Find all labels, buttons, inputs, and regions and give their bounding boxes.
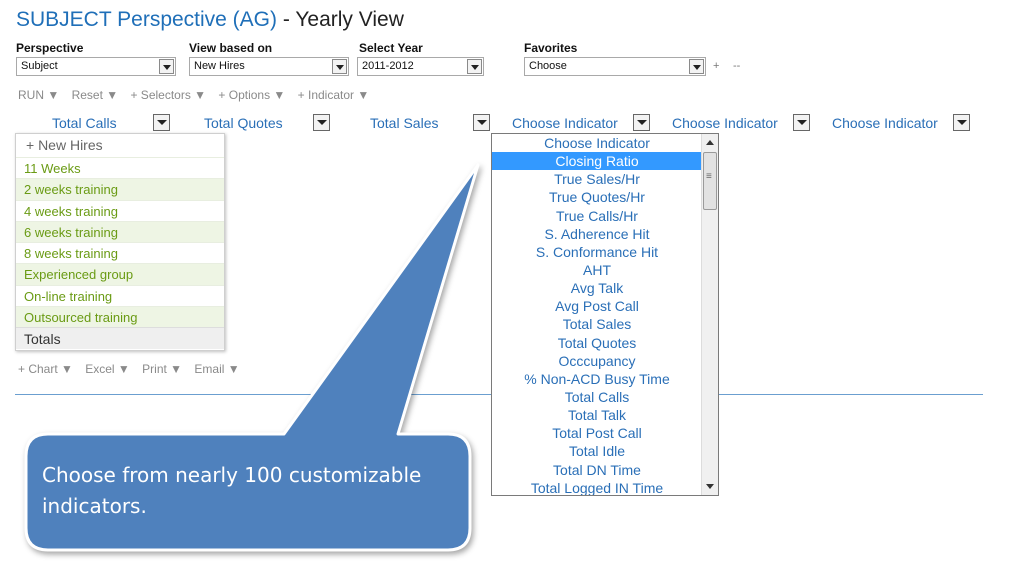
perspective-select[interactable]: Subject: [16, 57, 176, 76]
perspective-value: Subject: [21, 60, 58, 72]
group-menu: + New Hires 11 Weeks 2 weeks training 4 …: [15, 133, 225, 351]
dropdown-scrollbar[interactable]: [701, 134, 718, 495]
scrollbar-thumb[interactable]: [703, 152, 717, 210]
select-year-label: Select Year: [359, 41, 423, 55]
chevron-down-icon[interactable]: [153, 114, 170, 131]
indicator-option[interactable]: Avg Post Call: [492, 297, 702, 315]
run-menu[interactable]: RUN ▼: [18, 88, 59, 102]
indicator-option[interactable]: Total Logged IN Time: [492, 479, 702, 495]
indicator-option[interactable]: Occcupancy: [492, 352, 702, 370]
indicator-option-selected[interactable]: Closing Ratio: [492, 152, 702, 171]
indicator-option[interactable]: AHT: [492, 261, 702, 279]
indicator-option[interactable]: True Calls/Hr: [492, 207, 702, 225]
options-menu[interactable]: + Options ▼: [218, 88, 285, 102]
indicator-option[interactable]: Total Quotes: [492, 334, 702, 352]
toolbar: RUN ▼ Reset ▼ + Selectors ▼ + Options ▼ …: [18, 88, 378, 102]
chevron-down-icon[interactable]: [473, 114, 490, 131]
column-header-choose-indicator[interactable]: Choose Indicator: [832, 115, 938, 131]
view-based-on-value: New Hires: [194, 60, 245, 72]
page-title-sub: Yearly View: [295, 8, 404, 31]
excel-menu[interactable]: Excel ▼: [85, 362, 130, 376]
indicator-option[interactable]: Total Post Call: [492, 424, 702, 442]
favorites-select[interactable]: Choose: [524, 57, 706, 76]
indicator-option[interactable]: Total Idle: [492, 442, 702, 460]
reset-menu[interactable]: Reset ▼: [72, 88, 119, 102]
chevron-down-icon[interactable]: [689, 59, 704, 74]
chevron-down-icon[interactable]: [313, 114, 330, 131]
perspective-label: Perspective: [16, 41, 84, 55]
column-header-total-sales[interactable]: Total Sales: [370, 115, 438, 131]
indicator-dropdown[interactable]: Choose Indicator Closing Ratio True Sale…: [491, 133, 719, 496]
column-header-choose-indicator[interactable]: Choose Indicator: [672, 115, 778, 131]
group-menu-item[interactable]: 8 weeks training: [16, 242, 224, 263]
indicator-option[interactable]: % Non-ACD Busy Time: [492, 370, 702, 388]
output-toolbar: + Chart ▼ Excel ▼ Print ▼ Email ▼: [18, 362, 249, 376]
group-menu-item[interactable]: 6 weeks training: [16, 220, 224, 243]
group-menu-item[interactable]: Experienced group: [16, 263, 224, 285]
indicator-option[interactable]: Avg Talk: [492, 279, 702, 297]
group-menu-item[interactable]: On-line training: [16, 284, 224, 306]
indicator-menu[interactable]: + Indicator ▼: [298, 88, 370, 102]
group-menu-header[interactable]: + New Hires: [16, 134, 224, 157]
callout-text: Choose from nearly 100 customizable indi…: [42, 463, 422, 518]
favorites-value: Choose: [529, 60, 567, 72]
indicator-option[interactable]: Total DN Time: [492, 461, 702, 479]
favorites-label: Favorites: [524, 41, 578, 55]
chevron-down-icon[interactable]: [467, 59, 482, 74]
indicator-option[interactable]: True Quotes/Hr: [492, 188, 702, 206]
indicator-option[interactable]: Total Calls: [492, 388, 702, 406]
chevron-down-icon[interactable]: [332, 59, 347, 74]
chart-menu[interactable]: + Chart ▼: [18, 362, 73, 376]
chevron-down-icon[interactable]: [953, 114, 970, 131]
print-menu[interactable]: Print ▼: [142, 362, 182, 376]
select-year-select[interactable]: 2011-2012: [357, 57, 484, 76]
column-header-total-quotes[interactable]: Total Quotes: [204, 115, 283, 131]
indicator-option[interactable]: Total Sales: [492, 315, 702, 333]
indicator-option[interactable]: Choose Indicator: [492, 134, 702, 152]
group-menu-totals[interactable]: Totals: [16, 327, 224, 350]
view-based-on-select[interactable]: New Hires: [189, 57, 349, 76]
indicator-option[interactable]: S. Adherence Hit: [492, 225, 702, 243]
select-year-value: 2011-2012: [362, 60, 414, 72]
page-title-separator: -: [277, 8, 296, 31]
page-title-main: SUBJECT Perspective (AG): [16, 8, 278, 31]
favorites-remove-button[interactable]: --: [733, 60, 740, 72]
chevron-down-icon[interactable]: [159, 59, 174, 74]
selectors-menu[interactable]: + Selectors ▼: [130, 88, 206, 102]
chevron-down-icon[interactable]: [793, 114, 810, 131]
column-header-choose-indicator[interactable]: Choose Indicator: [512, 115, 618, 131]
group-menu-item[interactable]: 11 Weeks: [16, 157, 224, 178]
chevron-down-icon[interactable]: [633, 114, 650, 131]
indicator-option[interactable]: True Sales/Hr: [492, 170, 702, 188]
indicator-option[interactable]: S. Conformance Hit: [492, 243, 702, 261]
group-menu-item[interactable]: 2 weeks training: [16, 178, 224, 200]
page-title: SUBJECT Perspective (AG) - Yearly View: [16, 8, 404, 32]
group-menu-item[interactable]: 4 weeks training: [16, 199, 224, 221]
view-based-on-label: View based on: [189, 41, 273, 55]
group-menu-item[interactable]: Outsourced training: [16, 306, 224, 328]
scroll-down-icon[interactable]: [706, 484, 714, 489]
favorites-add-button[interactable]: +: [713, 60, 719, 72]
scroll-up-icon[interactable]: [706, 140, 714, 145]
column-header-total-calls[interactable]: Total Calls: [52, 115, 117, 131]
indicator-option[interactable]: Total Talk: [492, 406, 702, 424]
email-menu[interactable]: Email ▼: [194, 362, 239, 376]
